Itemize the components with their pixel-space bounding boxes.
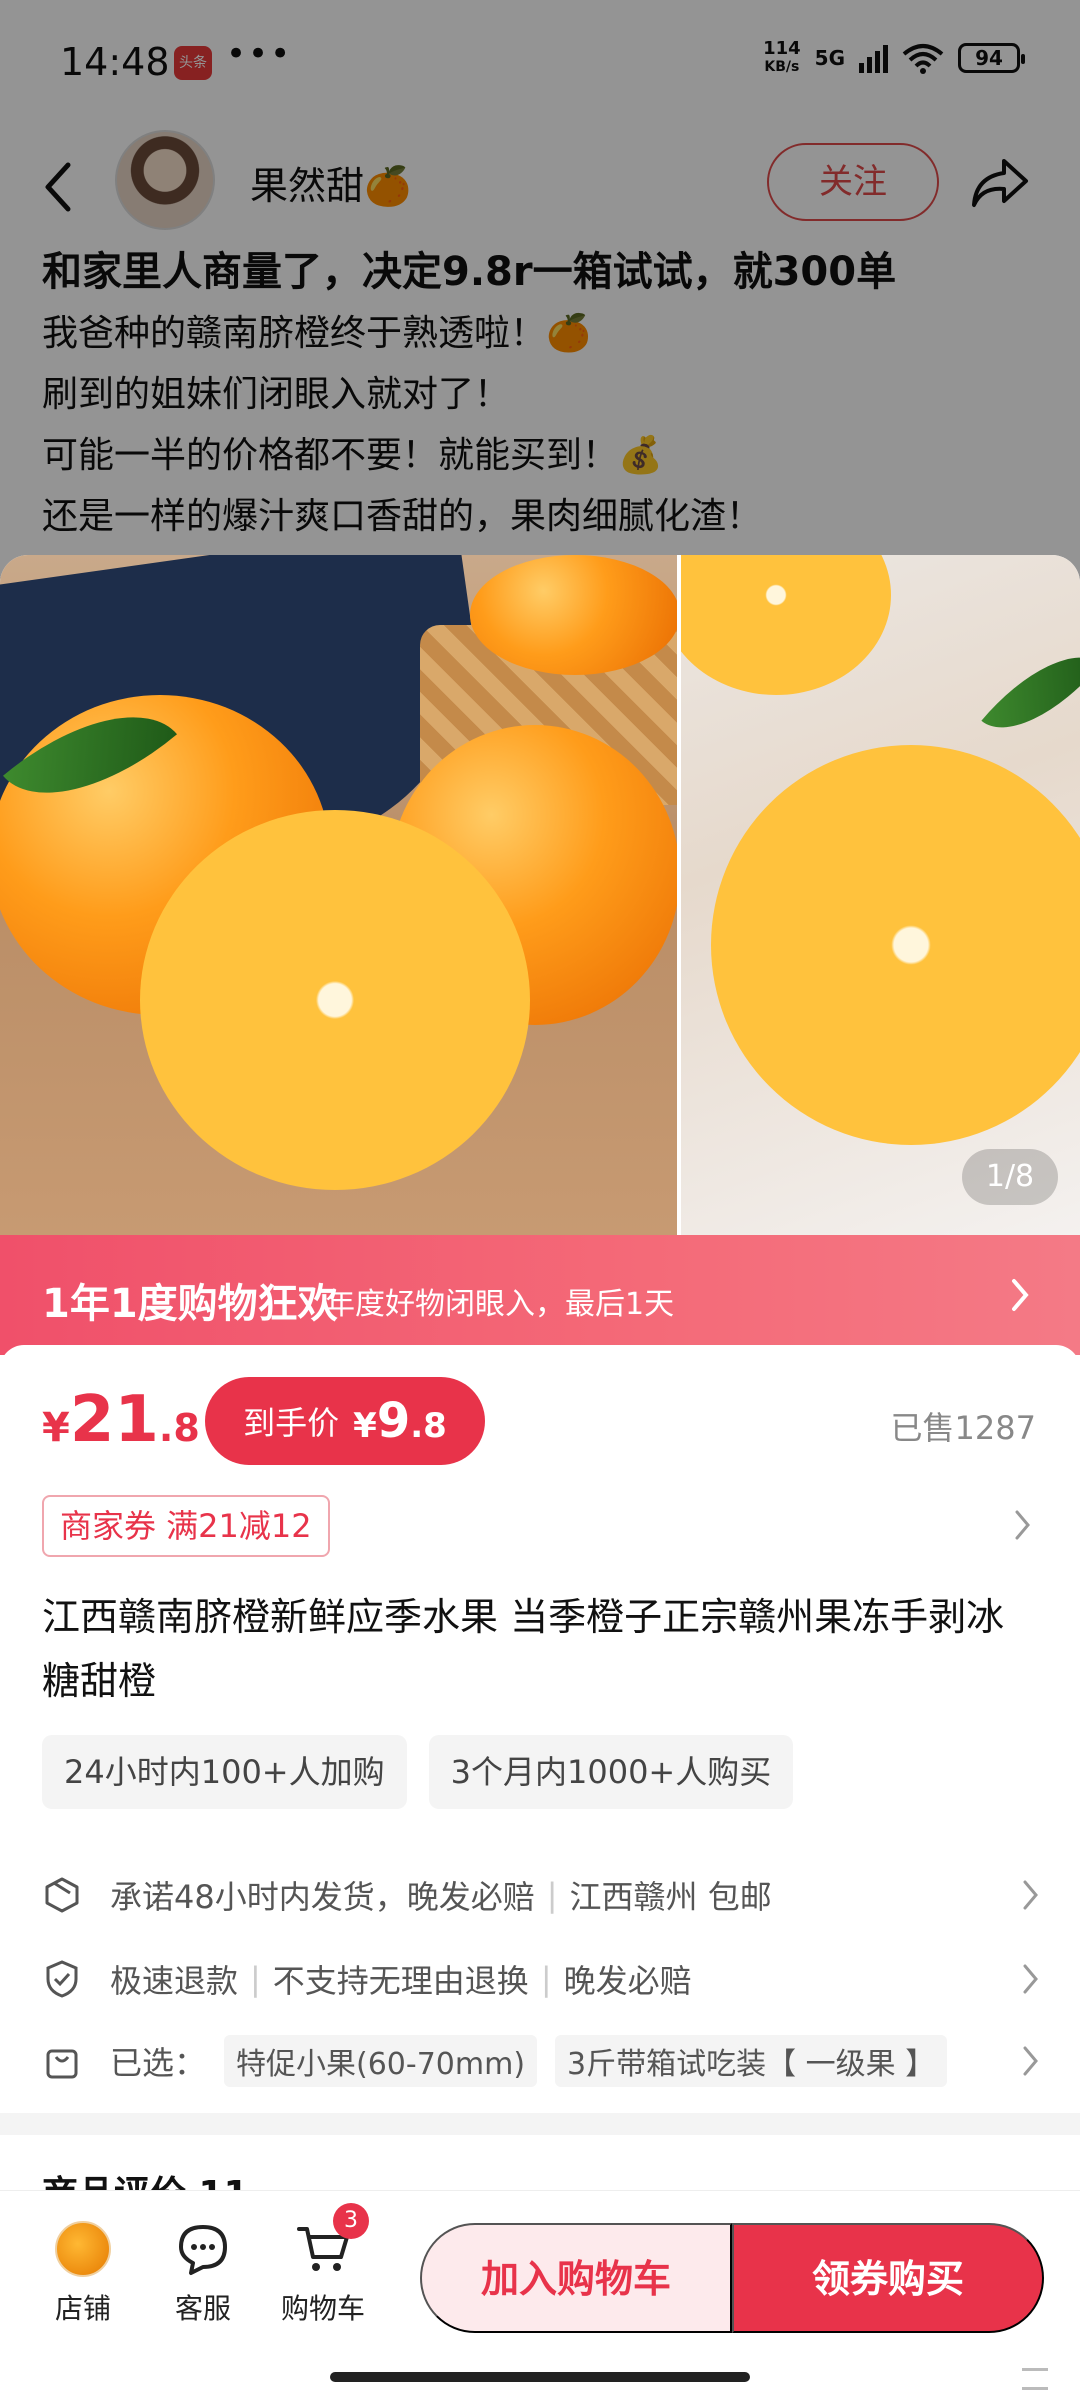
chevron-right-icon (1023, 1880, 1038, 1910)
separator: | (540, 1960, 552, 1998)
shop-label: 店铺 (54, 2292, 111, 2325)
selected-package-chip: 3斤带箱试吃装【 一级果 】 (555, 2035, 948, 2087)
customer-service-label: 客服 (174, 2292, 231, 2325)
cart-count-badge: 3 (333, 2203, 369, 2239)
gesture-menu-icon[interactable] (1022, 2368, 1048, 2390)
chevron-right-icon[interactable] (1012, 1507, 1034, 1543)
cart-nav[interactable]: 3 购物车 (268, 2203, 378, 2327)
chevron-right-icon (1012, 1279, 1029, 1311)
product-photo-2[interactable]: 1/8 (681, 555, 1080, 1235)
add-to-cart-button[interactable]: 加入购物车 (420, 2223, 732, 2333)
final-price-integer: 9 (376, 1393, 411, 1449)
promo-title: 1年1度购物狂欢 (42, 1281, 338, 1327)
claim-coupon-buy-button[interactable]: 领券购买 (732, 2223, 1044, 2333)
photo-orange-half (140, 810, 530, 1190)
coupon-tag[interactable]: 商家券 满21减12 (42, 1495, 330, 1557)
package-icon (45, 1877, 79, 1913)
tag-add-to-cart-count: 24小时内100+人加购 (42, 1735, 407, 1809)
gallery-counter: 1/8 (962, 1149, 1058, 1205)
selected-label: 已选： (110, 2044, 207, 2082)
photo-orange-half (681, 555, 892, 695)
shipping-location: 江西赣州 包邮 (569, 1878, 772, 1916)
selected-spec-row[interactable]: 已选： 特促小果(60-70mm) 3斤带箱试吃装【 一级果 】 (42, 2031, 1042, 2091)
shop-avatar (55, 2221, 111, 2277)
service-late-compensation: 晚发必赔 (563, 1962, 692, 2000)
separator: | (546, 1876, 558, 1914)
final-price-decimal: .8 (410, 1406, 447, 1446)
shop-nav[interactable]: 店铺 (28, 2221, 138, 2327)
final-price-label: 到手价 (243, 1404, 340, 1442)
customer-service-nav[interactable]: 客服 (148, 2221, 258, 2327)
promo-subtitle: 年度好物闭眼入，最后1天 (325, 1287, 675, 1322)
price-integer: 21 (69, 1383, 159, 1457)
chevron-right-icon (1023, 1964, 1038, 1994)
shield-check-icon (46, 1960, 78, 1998)
cart-label: 购物车 (280, 2292, 365, 2325)
photo-orange-half (711, 745, 1080, 1145)
cart-icon: 3 (295, 2203, 369, 2277)
chat-icon (175, 2221, 231, 2277)
separator: | (250, 1960, 261, 1998)
bag-icon (46, 2049, 78, 2079)
price-decimal: .8 (158, 1406, 200, 1450)
service-fast-refund: 极速退款 (110, 1962, 239, 2000)
shop-icon (55, 2221, 111, 2277)
product-gallery[interactable]: 1/8 (0, 555, 1080, 1235)
service-no-return: 不支持无理由退换 (272, 1962, 529, 2000)
social-proof-tags: 24小时内100+人加购 3个月内1000+人购买 (42, 1735, 794, 1809)
list-price: ¥21.8 (42, 1383, 200, 1457)
final-price-symbol: ¥ (353, 1406, 377, 1446)
photo-leaf (981, 628, 1080, 757)
bottom-action-bar: 店铺 客服 3 购物车 加入购物车 领券购买 (0, 2190, 1080, 2400)
section-divider (0, 2113, 1080, 2135)
promo-banner[interactable]: 1年1度购物狂欢 年度好物闭眼入，最后1天 (0, 1235, 1080, 1355)
photo-orange (470, 555, 678, 675)
chevron-right-icon (1023, 2046, 1038, 2076)
price-symbol: ¥ (42, 1405, 70, 1451)
product-sheet: 1/8 1年1度购物狂欢 年度好物闭眼入，最后1天 ¥21.8 到手价 ¥9.8… (0, 555, 1080, 2400)
home-indicator[interactable] (330, 2372, 750, 2382)
sold-count: 已售1287 (890, 1409, 1036, 1447)
selected-size-chip: 特促小果(60-70mm) (224, 2035, 538, 2087)
final-price: ¥9.8 (353, 1393, 447, 1449)
shipping-row[interactable]: 承诺48小时内发货，晚发必赔 | 江西赣州 包邮 (42, 1865, 1042, 1925)
product-title: 江西赣南脐橙新鲜应季水果 当季橙子正宗赣州果冻手剥冰糖甜橙 (42, 1595, 1005, 1703)
shipping-promise: 承诺48小时内发货，晚发必赔 (110, 1878, 535, 1916)
final-price-badge: 到手价 ¥9.8 (205, 1377, 485, 1465)
tag-purchase-count: 3个月内1000+人购买 (428, 1735, 794, 1809)
service-row[interactable]: 极速退款 | 不支持无理由退换 | 晚发必赔 (42, 1949, 1042, 2009)
product-photo-1[interactable] (0, 555, 678, 1235)
